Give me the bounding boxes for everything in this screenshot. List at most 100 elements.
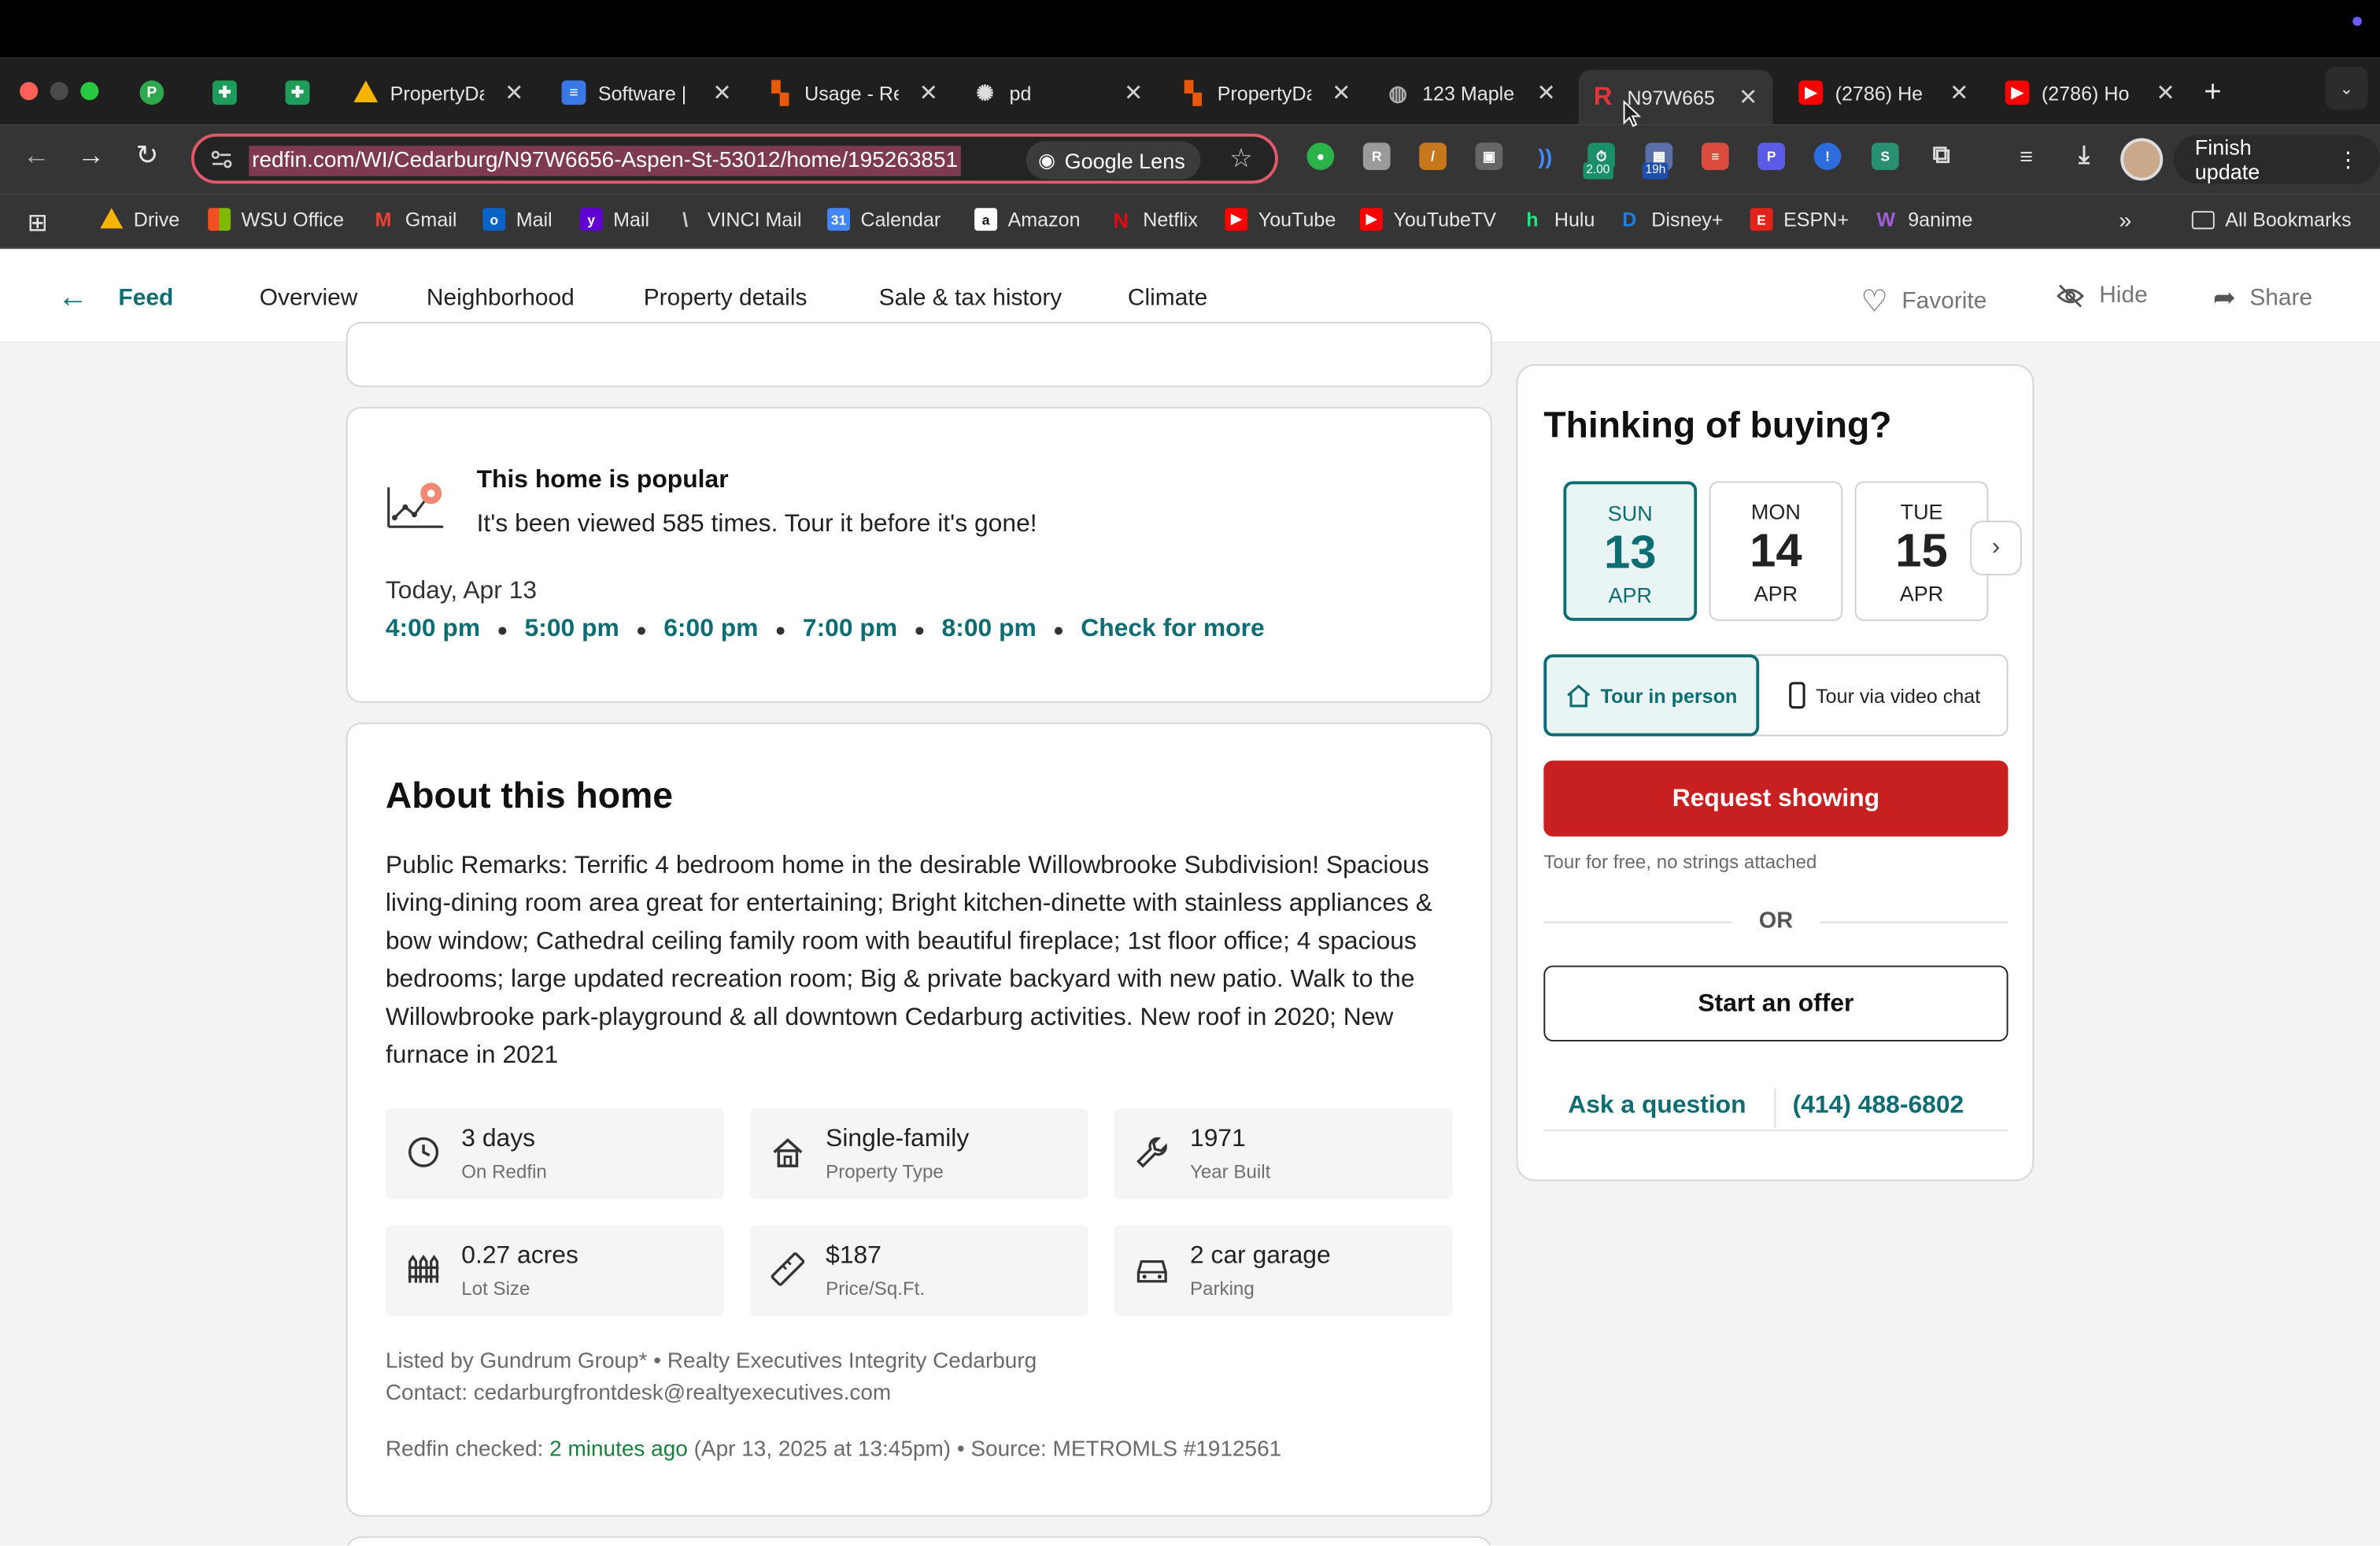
close-tab-icon[interactable]: ✕ (1739, 83, 1757, 111)
check-for-more-link[interactable]: Check for more (1081, 615, 1264, 644)
tour-time-slot[interactable]: 7:00 pm (803, 615, 897, 644)
back-arrow-icon[interactable]: ← (18, 139, 54, 172)
browser-tab[interactable]: ✺ pd ✕ (973, 70, 1143, 116)
bookmark-espn[interactable]: E ESPN+ (1750, 208, 1849, 231)
bookmark-vinci-mail[interactable]: \ VINCI Mail (674, 208, 801, 231)
close-tab-icon[interactable]: ✕ (504, 79, 523, 106)
extension-orange-icon[interactable]: / (1419, 142, 1447, 170)
bookmark-yahoo-mail[interactable]: y Mail (579, 208, 649, 231)
tour-time-slot[interactable]: 4:00 pm (386, 615, 480, 644)
browser-tab[interactable]: ◍ 123 Maple ✕ (1386, 70, 1556, 116)
forward-arrow-icon[interactable]: → (73, 139, 109, 172)
request-showing-button[interactable]: Request showing (1543, 760, 2009, 837)
tour-day-sun[interactable]: SUN 13 APR (1563, 481, 1698, 621)
extension-green-icon[interactable]: ● (1306, 142, 1335, 170)
close-tab-icon[interactable]: ✕ (1332, 79, 1351, 106)
extension-gray-icon[interactable]: R (1362, 142, 1391, 170)
close-tab-icon[interactable]: ✕ (2156, 79, 2175, 106)
extension-s-icon[interactable]: S (1871, 142, 1899, 170)
bookmark-wsu-office[interactable]: WSU Office (208, 208, 344, 231)
finish-update-button[interactable]: Finish update ⋮ (2173, 135, 2380, 184)
bookmark-youtube[interactable]: ▶ YouTube (1225, 208, 1336, 231)
bookmark-9anime[interactable]: W 9anime (1875, 208, 1972, 231)
close-tab-icon[interactable]: ✕ (712, 79, 731, 106)
nav-neighborhood[interactable]: Neighborhood (427, 286, 575, 313)
close-tab-icon[interactable]: ✕ (919, 79, 938, 106)
extension-info-icon[interactable]: ! (1813, 142, 1842, 170)
browser-tab[interactable]: ▶ (2786) He ✕ (1798, 70, 1968, 116)
tour-video-option[interactable]: Tour via video chat (1761, 656, 2008, 734)
close-tab-icon[interactable]: ✕ (1949, 79, 1968, 106)
tab-search-chevron-icon[interactable]: ⌄ (2325, 66, 2368, 109)
media-control-icon[interactable]: ≡ (2012, 142, 2040, 170)
bookmark-hulu[interactable]: h Hulu (1521, 208, 1595, 231)
about-home-card: About this home Public Remarks: Terrific… (346, 722, 1492, 1517)
browser-tab[interactable]: ✚ (212, 70, 249, 116)
tour-time-slot[interactable]: 8:00 pm (942, 615, 1037, 644)
browser-tab[interactable]: ✚ (285, 70, 322, 116)
apps-grid-icon[interactable]: ⊞ (28, 208, 48, 239)
listing-content: This home is popular It's been viewed 58… (0, 321, 2380, 1546)
nav-property-details[interactable]: Property details (644, 286, 808, 313)
bookmark-disney[interactable]: D Disney+ (1618, 208, 1723, 231)
browser-tab[interactable]: ▶ (2786) Ho ✕ (2005, 70, 2175, 116)
fact-value: $187 (826, 1241, 881, 1270)
favorite-button[interactable]: ♡ Favorite (1861, 283, 1986, 320)
browser-tab[interactable]: ≡ Software | ✕ (561, 70, 732, 116)
nav-sale-tax-history[interactable]: Sale & tax history (879, 286, 1062, 313)
browser-tab[interactable]: ▚ PropertyDa ✕ (1181, 70, 1351, 116)
tour-in-person-option[interactable]: Tour in person (1543, 654, 1760, 737)
nav-climate[interactable]: Climate (1128, 286, 1207, 313)
bookmark-netflix[interactable]: N Netflix (1110, 207, 1197, 231)
minimize-window-icon[interactable] (50, 82, 68, 101)
browser-tab[interactable]: P (139, 70, 176, 116)
download-icon[interactable]: ⤓ (2071, 142, 2098, 170)
browser-tab[interactable]: PropertyDa ✕ (353, 70, 523, 116)
maximize-window-icon[interactable] (80, 82, 99, 101)
all-bookmarks-button[interactable]: All Bookmarks (2191, 208, 2352, 231)
bookmark-gmail[interactable]: M Gmail (371, 208, 457, 231)
house-icon (1568, 684, 1591, 708)
contact-divider (1774, 1088, 1776, 1128)
house-icon (773, 1138, 803, 1167)
share-button[interactable]: ➦ Share (2213, 283, 2312, 315)
bookmark-drive[interactable]: Drive (100, 208, 179, 231)
nav-feed[interactable]: Feed (118, 286, 173, 313)
hide-button[interactable]: Hide (2055, 282, 2148, 310)
ask-question-link[interactable]: Ask a question (1568, 1092, 1746, 1121)
more-bookmarks-chevron-icon[interactable]: » (2119, 208, 2131, 234)
tour-day-tue[interactable]: TUE 15 APR (1854, 481, 1989, 621)
bookmark-amazon[interactable]: a Amazon (974, 208, 1081, 231)
tour-day-mon[interactable]: MON 14 APR (1709, 481, 1843, 621)
tour-time-slot[interactable]: 6:00 pm (663, 615, 758, 644)
url-text[interactable]: redfin.com/WI/Cedarburg/N97W6656-Aspen-S… (249, 146, 961, 176)
start-offer-button[interactable]: Start an offer (1543, 965, 2009, 1041)
extension-p-icon[interactable]: P (1757, 142, 1785, 170)
next-days-chevron-icon[interactable]: › (1970, 520, 2022, 575)
close-tab-icon[interactable]: ✕ (1124, 79, 1143, 106)
sheets-icon: ✚ (212, 80, 237, 105)
extensions-puzzle-icon[interactable]: ⧉ (1927, 142, 1955, 170)
extension-wave-icon[interactable]: )) (1532, 142, 1559, 170)
phone-link[interactable]: (414) 488-6802 (1793, 1092, 1964, 1121)
close-window-icon[interactable] (20, 82, 39, 101)
bookmark-calendar[interactable]: 31 Calendar (827, 208, 941, 231)
close-tab-icon[interactable]: ✕ (1537, 79, 1556, 106)
site-settings-icon[interactable] (209, 147, 234, 172)
browser-tab-active[interactable]: R N97W665 ✕ (1578, 69, 1773, 125)
google-lens-button[interactable]: ◉ Google Lens (1026, 141, 1201, 179)
extension-window-icon[interactable]: ▣ (1475, 142, 1503, 170)
back-to-feed-arrow-icon[interactable]: ← (57, 281, 88, 316)
todoist-icon[interactable]: ≡ (1701, 142, 1729, 170)
bookmark-youtubetv[interactable]: ▶ YouTubeTV (1359, 208, 1496, 231)
hide-label: Hide (2099, 282, 2148, 309)
profile-avatar[interactable] (2120, 138, 2164, 181)
nav-overview[interactable]: Overview (260, 286, 358, 313)
bookmark-outlook-mail[interactable]: o Mail (482, 208, 552, 231)
new-tab-button[interactable]: + (2204, 76, 2222, 110)
reload-icon[interactable]: ↻ (129, 139, 165, 172)
browser-tab[interactable]: ▚ Usage - Re ✕ (768, 70, 938, 116)
bookmark-star-icon[interactable]: ☆ (1229, 144, 1252, 175)
tour-time-slot[interactable]: 5:00 pm (525, 615, 619, 644)
address-bar[interactable]: redfin.com/WI/Cedarburg/N97W6656-Aspen-S… (190, 133, 1278, 184)
